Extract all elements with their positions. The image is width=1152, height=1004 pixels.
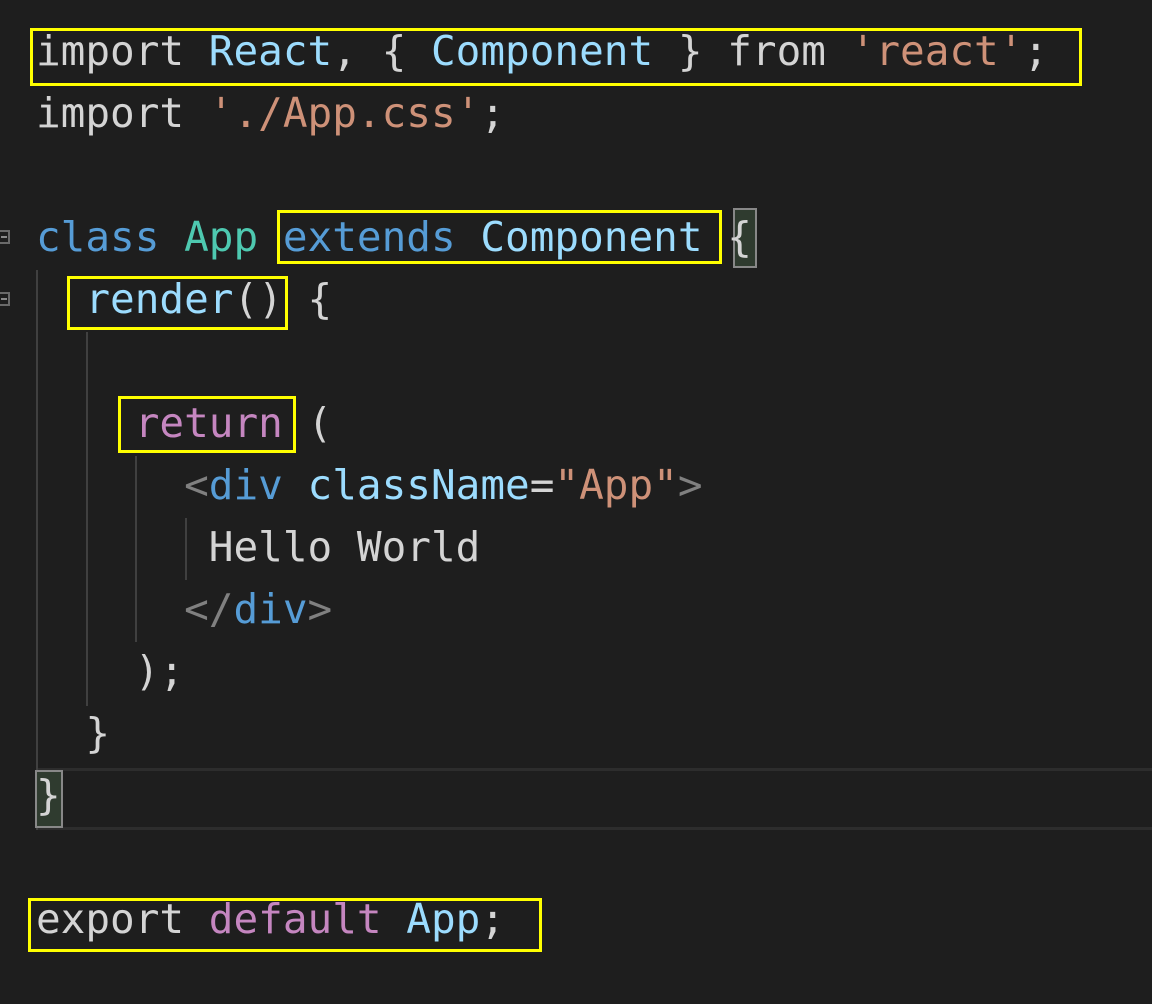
code-token: ; [480, 89, 506, 137]
code-token: Component [480, 213, 703, 261]
code-line[interactable]: </div> [36, 578, 332, 640]
code-token: 'react' [850, 27, 1024, 75]
code-token: export [36, 895, 185, 943]
code-token: React [208, 27, 333, 75]
code-token: class [36, 213, 160, 261]
fold-collapse-icon[interactable] [0, 230, 10, 244]
code-token: extends [282, 213, 456, 261]
code-line[interactable]: import './App.css'; [36, 82, 505, 144]
current-line-highlight [36, 768, 1152, 830]
code-token: import [36, 89, 185, 137]
code-token: } [36, 771, 61, 819]
code-token: App [184, 213, 259, 261]
code-token: } [653, 27, 728, 75]
code-token: () { [233, 275, 333, 323]
code-token: ( [282, 399, 333, 447]
code-token: ; [480, 895, 506, 943]
code-token: ); [134, 647, 185, 695]
code-line[interactable]: } [36, 764, 61, 826]
code-line[interactable]: class App extends Component { [36, 206, 752, 268]
code-token: './App.css' [208, 89, 481, 137]
code-token: > [677, 461, 703, 509]
code-token: ; [1023, 27, 1049, 75]
code-token: } [85, 709, 111, 757]
fold-collapse-icon[interactable] [0, 292, 10, 306]
code-line[interactable]: export default App; [36, 888, 505, 950]
code-token: return [134, 399, 283, 447]
code-token: div [208, 461, 283, 509]
code-token: Hello World [208, 523, 481, 571]
code-token: default [208, 895, 382, 943]
code-line[interactable]: render() { [36, 268, 332, 330]
code-token: Component [430, 27, 654, 75]
code-token: , { [332, 27, 431, 75]
code-token: { [727, 213, 752, 261]
code-token: </ [184, 585, 234, 633]
code-line[interactable]: Hello World [36, 516, 481, 578]
code-line[interactable]: return ( [36, 392, 332, 454]
code-token: import [36, 27, 185, 75]
code-token: div [233, 585, 308, 633]
code-token: < [184, 461, 209, 509]
code-line[interactable]: import React, { Component } from 'react'… [36, 20, 1048, 82]
code-line[interactable]: } [36, 702, 110, 764]
code-token: "App" [554, 461, 678, 509]
code-token: from [727, 27, 826, 75]
code-token: = [529, 461, 555, 509]
code-editor[interactable]: import React, { Component } from 'react'… [0, 0, 1152, 1004]
code-line[interactable]: <div className="App"> [36, 454, 703, 516]
code-token: render [85, 275, 234, 323]
code-token: App [406, 895, 481, 943]
code-line[interactable]: ); [36, 640, 184, 702]
code-token: className [307, 461, 530, 509]
code-token: > [307, 585, 333, 633]
